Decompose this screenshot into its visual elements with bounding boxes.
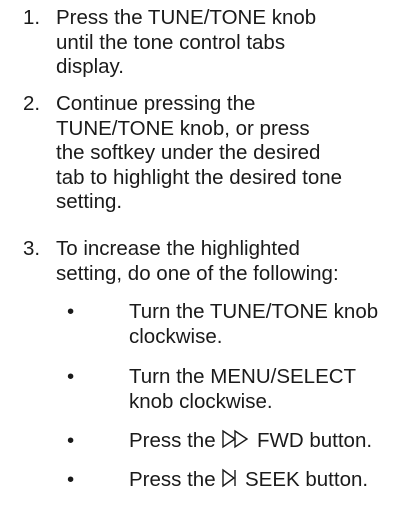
step-line: To increase the highlighted [56,237,300,260]
bullet-line: knob clockwise. [129,389,273,413]
fast-forward-icon [222,429,249,449]
bullet-line: Turn the MENU/SELECT [129,365,357,388]
bullet-text: Press the FWD button. [129,429,409,454]
step-line: Press the TUNE/TONE knob [56,6,317,29]
step-line: until the tone control tabs [56,30,286,54]
bullet-prefix: Press the [129,468,222,491]
step-text: Press the TUNE/TONE knob until the tone … [56,6,406,80]
bullet-prefix: Press the [129,429,222,452]
step-text: Continue pressing the TUNE/TONE knob, or… [56,92,406,215]
bullet-text: Turn the MENU/SELECT knob clockwise. [129,365,409,414]
step-line: Continue pressing the [56,92,256,115]
bullet-text: Press the SEEK button. [129,468,409,493]
step-text: To increase the highlighted setting, do … [56,237,406,286]
step-line: the softkey under the desired [56,141,321,164]
step-number: 3. [23,237,41,260]
step-line: setting, do one of the following: [56,261,339,285]
step-line: TUNE/TONE knob, or press [56,116,310,140]
bullet-suffix: SEEK button. [239,468,369,491]
step-line: display. [56,55,124,78]
step-line: setting. [56,190,123,213]
bullet-marker: • [67,429,75,452]
bullet-line: clockwise. [129,324,223,348]
bullet-suffix: FWD button. [251,429,373,452]
bullet-marker: • [67,300,75,323]
bullet-marker: • [67,365,75,388]
bullet-line: Turn the TUNE/TONE knob [129,300,379,323]
step-line: tab to highlight the desired tone [56,165,343,189]
step-number: 1. [23,6,41,29]
bullet-marker: • [67,468,75,491]
step-number: 2. [23,92,41,115]
bullet-line: Press the SEEK button. [129,468,409,493]
bullet-text: Turn the TUNE/TONE knob clockwise. [129,300,409,349]
instructions-page: 1. Press the TUNE/TONE knob until the to… [0,0,415,506]
seek-forward-icon [222,468,236,488]
bullet-line: Press the FWD button. [129,429,409,454]
